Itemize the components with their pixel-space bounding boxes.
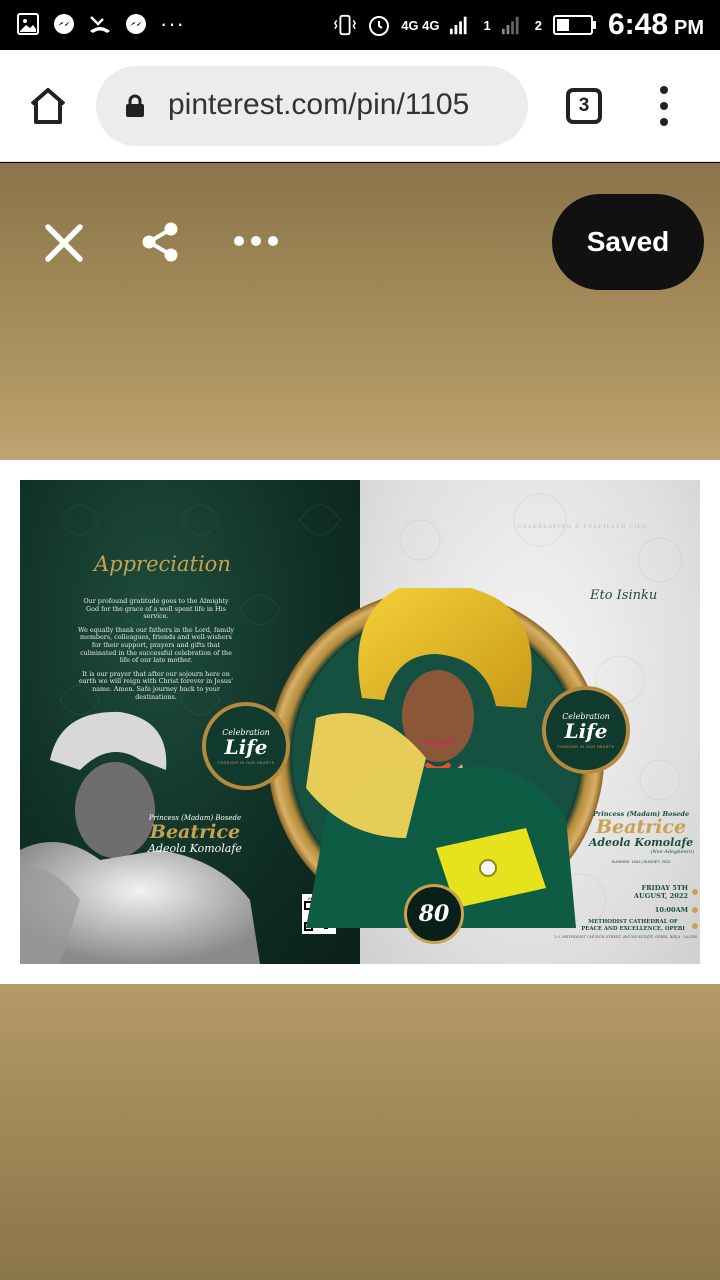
- celebration-badge-right: Celebration Life FOREVER IN OUR HEARTS: [542, 686, 630, 774]
- name-first-right: Beatrice: [595, 816, 687, 838]
- badge-tagline: FOREVER IN OUR HEARTS: [217, 760, 275, 765]
- name-rest-left: Adeola Komolafe: [148, 842, 242, 855]
- more-options-button[interactable]: [234, 231, 278, 251]
- appreciation-title: Appreciation: [94, 552, 231, 576]
- network-type: 4G 4G: [401, 17, 440, 33]
- badge-tagline: FOREVER IN OUR HEARTS: [557, 744, 615, 749]
- home-icon: [30, 88, 66, 124]
- celebration-badge-left: Celebration Life FOREVER IN OUR HEARTS: [202, 702, 290, 790]
- signature-text: Eto Isinku: [590, 588, 658, 603]
- home-button[interactable]: [26, 84, 70, 128]
- close-icon: [45, 224, 83, 262]
- overflow-notifications: ···: [160, 11, 185, 36]
- badge-big-text: Life: [564, 718, 608, 743]
- messenger-icon: [124, 12, 148, 36]
- name-rest-right: Adeola Komolafe: [588, 836, 694, 849]
- clock-time: 6:48: [607, 8, 668, 41]
- pin-image[interactable]: Appreciation Our profound gratitude goes…: [20, 480, 700, 964]
- top-tagline: CELEBRATING A FULFILLED LIFE: [518, 524, 648, 530]
- clock-ampm: PM: [674, 16, 704, 39]
- pin-image-frame: Appreciation Our profound gratitude goes…: [0, 460, 720, 984]
- share-button[interactable]: [140, 221, 180, 263]
- signal-icon: [449, 13, 473, 37]
- age-badge: 80: [404, 884, 464, 944]
- share-icon: [142, 222, 178, 262]
- event-time: 10:00AM: [654, 906, 688, 914]
- appreciation-paragraph: It is our prayer that after our sojourn …: [78, 669, 234, 701]
- appreciation-paragraph: We equally thank our fathers in the Lord…: [78, 625, 234, 665]
- name-block-left: Princess (Madam) Bosede Beatrice Adeola …: [148, 814, 242, 855]
- signal-icon-weak: [501, 13, 525, 37]
- missed-call-icon: [88, 12, 112, 36]
- saved-button[interactable]: Saved: [552, 194, 704, 290]
- name-block-right: Princess (Madam) Bosede Beatrice Adeola …: [582, 810, 700, 864]
- event-date: FRIDAY 5TH AUGUST, 2022: [633, 884, 688, 900]
- bullet-icon: [692, 907, 698, 913]
- pin-viewer: Saved Appreciation Our profound gratitud…: [0, 163, 720, 1280]
- event-venue: METHODIST CATHEDRAL OF PEACE AND EXCELLE…: [581, 919, 685, 932]
- life-dates: SUNRISE: 1942 | SUNSET: 2022: [611, 859, 671, 864]
- address-bar[interactable]: pinterest.com/pin/1105: [96, 66, 528, 146]
- vibrate-icon: [333, 13, 357, 37]
- tab-switcher-button[interactable]: 3: [566, 88, 602, 124]
- url-text[interactable]: pinterest.com/pin/1105: [168, 88, 469, 122]
- maiden-name: (Nee Adegbenro): [650, 849, 694, 855]
- bullet-icon: [692, 889, 698, 895]
- browser-menu-button[interactable]: [654, 86, 674, 126]
- browser-toolbar: pinterest.com/pin/1105 3: [0, 50, 720, 162]
- sim1-label: 1: [483, 17, 491, 33]
- event-address: 1-3, METHODIST CHURCH STREET, AWUSE ESTA…: [553, 935, 698, 939]
- name-first-left: Beatrice: [149, 821, 241, 843]
- close-button[interactable]: [44, 223, 84, 263]
- status-bar: ··· 4G 4G 1 2 6:48 PM: [0, 0, 720, 50]
- sim2-label: 2: [534, 17, 542, 33]
- alarm-icon: [367, 13, 391, 37]
- badge-big-text: Life: [224, 734, 268, 759]
- lock-icon: [126, 94, 144, 117]
- event-details: FRIDAY 5TH AUGUST, 2022 10:00AM METHODIS…: [528, 884, 698, 939]
- battery-icon: [552, 13, 598, 37]
- appreciation-text: Our profound gratitude goes to the Almig…: [76, 597, 236, 707]
- appreciation-paragraph: Our profound gratitude goes to the Almig…: [83, 597, 229, 621]
- gallery-icon: [16, 12, 40, 36]
- bullet-icon: [692, 923, 698, 929]
- messenger-icon: [52, 12, 76, 36]
